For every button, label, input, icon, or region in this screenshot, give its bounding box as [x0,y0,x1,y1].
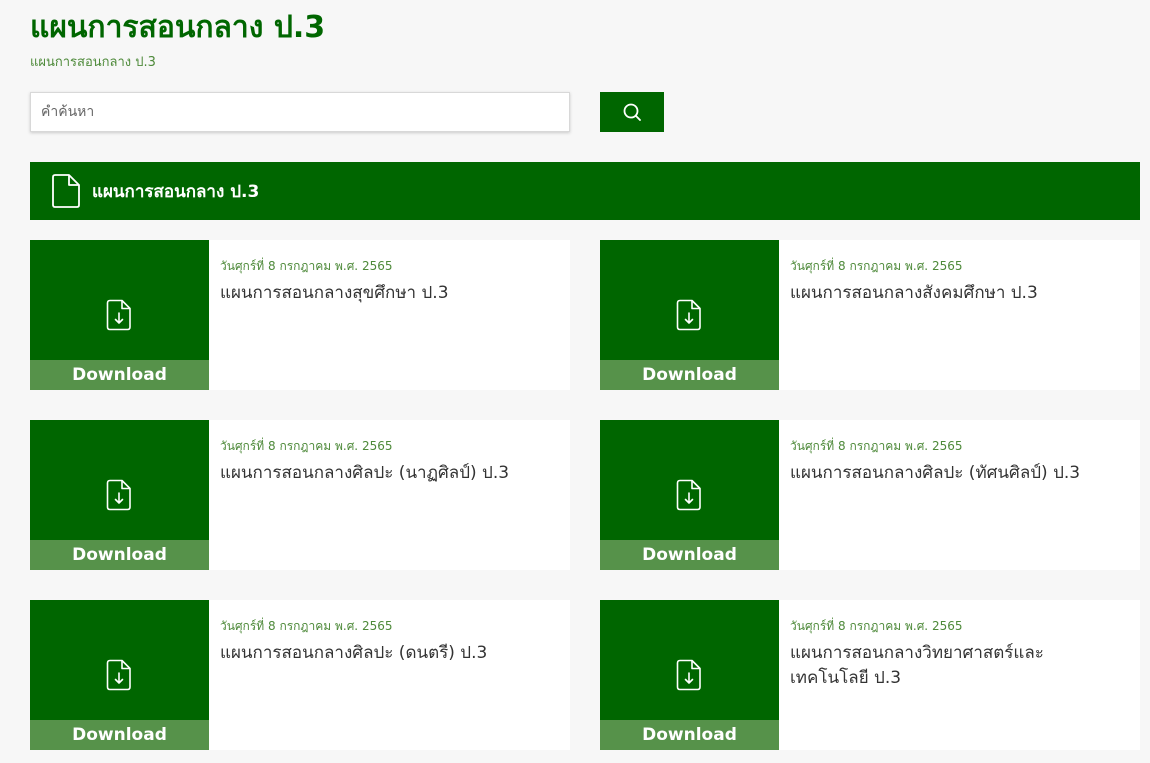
card-thumbnail[interactable]: Download [30,600,209,750]
card-thumbnail[interactable]: Download [30,240,209,390]
search-icon [623,103,641,121]
download-button[interactable]: Download [30,540,209,570]
file-download-icon [106,659,131,691]
card-date: วันศุกร์ที่ 8 กรกฎาคม พ.ศ. 2565 [220,259,393,273]
card-date: วันศุกร์ที่ 8 กรกฎาคม พ.ศ. 2565 [790,439,963,453]
card-date: วันศุกร์ที่ 8 กรกฎาคม พ.ศ. 2565 [790,619,963,633]
search-input[interactable] [30,92,570,132]
document-card: Download วันศุกร์ที่ 8 กรกฎาคม พ.ศ. 2565… [30,420,570,570]
card-title[interactable]: แผนการสอนกลางสุขศึกษา ป.3 [220,281,550,306]
card-title[interactable]: แผนการสอนกลางศิลปะ (ทัศนศิลป์) ป.3 [790,461,1120,486]
download-button[interactable]: Download [30,720,209,750]
card-thumbnail[interactable]: Download [600,240,779,390]
file-download-icon [106,479,131,511]
card-date: วันศุกร์ที่ 8 กรกฎาคม พ.ศ. 2565 [220,439,393,453]
card-thumbnail[interactable]: Download [600,420,779,570]
card-date: วันศุกร์ที่ 8 กรกฎาคม พ.ศ. 2565 [790,259,963,273]
download-button[interactable]: Download [600,720,779,750]
document-card: Download วันศุกร์ที่ 8 กรกฎาคม พ.ศ. 2565… [600,420,1140,570]
document-card: Download วันศุกร์ที่ 8 กรกฎาคม พ.ศ. 2565… [600,600,1140,750]
card-date: วันศุกร์ที่ 8 กรกฎาคม พ.ศ. 2565 [220,619,393,633]
download-button[interactable]: Download [600,360,779,390]
page-title: แผนการสอนกลาง ป.3 [30,10,326,45]
file-download-icon [106,299,131,331]
card-title[interactable]: แผนการสอนกลางวิทยาศาสตร์และเทคโนโลยี ป.3 [790,641,1120,691]
card-thumbnail[interactable]: Download [600,600,779,750]
card-title[interactable]: แผนการสอนกลางศิลปะ (ดนตรี) ป.3 [220,641,550,666]
download-button[interactable]: Download [30,360,209,390]
download-button[interactable]: Download [600,540,779,570]
card-title[interactable]: แผนการสอนกลางสังคมศึกษา ป.3 [790,281,1120,306]
search-button[interactable] [600,92,664,132]
document-card: Download วันศุกร์ที่ 8 กรกฎาคม พ.ศ. 2565… [30,600,570,750]
page-subtitle: แผนการสอนกลาง ป.3 [30,55,156,70]
document-icon [50,172,82,210]
section-title: แผนการสอนกลาง ป.3 [92,181,260,202]
file-download-icon [676,659,701,691]
document-card: Download วันศุกร์ที่ 8 กรกฎาคม พ.ศ. 2565… [30,240,570,390]
document-card: Download วันศุกร์ที่ 8 กรกฎาคม พ.ศ. 2565… [600,240,1140,390]
file-download-icon [676,299,701,331]
file-download-icon [676,479,701,511]
card-title[interactable]: แผนการสอนกลางศิลปะ (นาฏศิลป์) ป.3 [220,461,550,486]
card-thumbnail[interactable]: Download [30,420,209,570]
section-header: แผนการสอนกลาง ป.3 [30,162,1140,220]
